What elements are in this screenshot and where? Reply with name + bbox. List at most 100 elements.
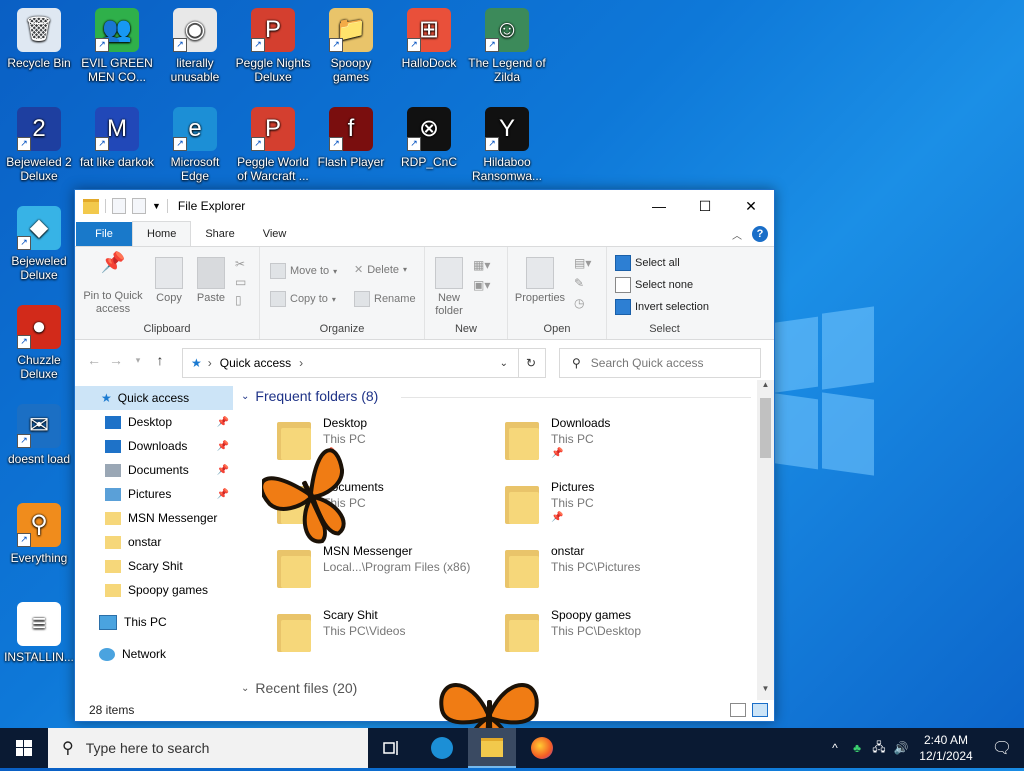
desktop-icon[interactable]: 👥 ↗ EVIL GREEN MEN CO...	[78, 2, 156, 84]
pin-to-quick-access-button[interactable]: 📌 Pin to Quick access	[81, 253, 145, 316]
network-icon[interactable]: 🖧	[868, 738, 890, 759]
notifications-icon[interactable]: 🗨	[980, 738, 1024, 758]
tab-home[interactable]: Home	[132, 221, 192, 246]
show-hidden-icons-icon[interactable]: ^	[824, 741, 846, 755]
folder-name: onstar	[551, 544, 585, 558]
folder-tile[interactable]: Scary Shit This PC\Videos	[277, 608, 497, 672]
shortcut-arrow-icon: ↗	[95, 137, 109, 151]
breadcrumb-chevron-icon[interactable]: ›	[208, 356, 212, 370]
vertical-scrollbar[interactable]: ▲ ▼	[757, 380, 774, 700]
recent-locations-icon[interactable]: ▾	[127, 355, 149, 366]
folder-tile[interactable]: Spoopy games This PC\Desktop	[505, 608, 725, 672]
security-tray-icon[interactable]: ♣	[846, 741, 868, 755]
tab-file[interactable]: File	[76, 222, 132, 246]
desktop-icon[interactable]: ☺ ↗ The Legend of Zilda	[468, 2, 546, 84]
open-small-icons[interactable]: ▤▾ ✎ ◷	[574, 253, 591, 313]
desktop-icon[interactable]: P ↗ Peggle Nights Deluxe	[234, 2, 312, 84]
desktop-icon[interactable]: P ↗ Peggle World of Warcraft ...	[234, 101, 312, 183]
select-all-button[interactable]: Select all	[615, 255, 680, 271]
tab-share[interactable]: Share	[191, 222, 248, 246]
minimize-button[interactable]: —	[636, 190, 682, 222]
desktop-icon[interactable]: 📁 ↗ Spoopy games	[312, 2, 390, 84]
address-dropdown-icon[interactable]: ⌄	[500, 358, 508, 369]
file-explorer-taskbar-icon[interactable]	[468, 728, 516, 768]
nav-quick-access[interactable]: ★ Quick access	[75, 386, 233, 410]
volume-icon[interactable]: 🔊	[890, 741, 912, 755]
folder-tile[interactable]: onstar This PC\Pictures	[505, 544, 725, 608]
nav-item[interactable]: MSN Messenger	[75, 506, 233, 530]
nav-item[interactable]: Downloads 📌	[75, 434, 233, 458]
folder-tile[interactable]: Pictures This PC 📌	[505, 480, 725, 544]
desktop-icon[interactable]: M ↗ fat like darkok	[78, 101, 156, 169]
nav-item[interactable]: Desktop 📌	[75, 410, 233, 434]
customize-quick-access-icon[interactable]: ▼	[152, 201, 161, 211]
nav-item[interactable]: onstar	[75, 530, 233, 554]
back-arrow-icon[interactable]: ←	[83, 352, 105, 368]
move-to-button[interactable]: Move to ▾	[270, 263, 337, 279]
firefox-taskbar-icon[interactable]	[518, 728, 566, 768]
taskbar-search-box[interactable]: ⚲ Type here to search	[48, 728, 368, 768]
nav-item[interactable]: Pictures 📌	[75, 482, 233, 506]
collapse-ribbon-icon[interactable]: ︿	[732, 227, 742, 242]
delete-button[interactable]: ✕ Delete ▾	[354, 263, 407, 277]
refresh-icon[interactable]: ↻	[517, 348, 546, 378]
tab-view[interactable]: View	[249, 222, 301, 246]
frequent-folders-header[interactable]: ⌄ Frequent folders (8)	[241, 388, 751, 404]
up-arrow-icon[interactable]: ↑	[149, 352, 171, 368]
nav-this-pc[interactable]: This PC	[75, 610, 233, 634]
clipboard-small-icons[interactable]: ✂ ▭ ▯	[235, 255, 246, 309]
edge-taskbar-icon[interactable]	[418, 728, 466, 768]
desktop-icon[interactable]: ◉ ↗ literally unusable	[156, 2, 234, 84]
copy-button[interactable]: Copy	[151, 257, 187, 305]
shortcut-arrow-icon: ↗	[407, 137, 421, 151]
help-icon[interactable]: ?	[752, 226, 768, 242]
search-input[interactable]: ⚲ Search Quick access	[559, 348, 761, 378]
invert-selection-button[interactable]: Invert selection	[615, 299, 709, 315]
desktop-icon[interactable]: ≡ INSTALLIN...	[0, 596, 78, 664]
breadcrumb-chevron-icon[interactable]: ›	[299, 356, 303, 370]
address-bar[interactable]: ★ › Quick access › ⌄	[182, 348, 519, 378]
desktop-icon[interactable]: 2 ↗ Bejeweled 2 Deluxe	[0, 101, 78, 183]
paste-button[interactable]: Paste	[193, 257, 229, 305]
large-icons-view-icon[interactable]	[752, 703, 768, 717]
scroll-up-icon[interactable]: ▲	[757, 380, 774, 396]
folder-name: Downloads	[551, 416, 611, 430]
desktop-icon[interactable]: ✉ ↗ doesnt load	[0, 398, 78, 466]
desktop-icon[interactable]: ● ↗ Chuzzle Deluxe	[0, 299, 78, 381]
desktop-icon[interactable]: 🗑 Recycle Bin	[0, 2, 78, 70]
desktop-icon[interactable]: ⚲ ↗ Everything	[0, 497, 78, 565]
desktop-icon[interactable]: Y ↗ Hildaboo Ransomwa...	[468, 101, 546, 183]
desktop-icon[interactable]: ⊗ ↗ RDP_CnC	[390, 101, 468, 169]
task-view-icon[interactable]	[368, 728, 416, 768]
new-item-icons[interactable]: ▦▾ ▣▾	[473, 255, 490, 295]
new-folder-quick-button[interactable]	[132, 198, 146, 214]
select-none-button[interactable]: Select none	[615, 277, 693, 293]
details-view-icon[interactable]	[730, 703, 746, 717]
recent-files-header[interactable]: ⌄ Recent files (20)	[241, 680, 357, 696]
nav-item[interactable]: Scary Shit	[75, 554, 233, 578]
nav-item[interactable]: Spoopy games	[75, 578, 233, 602]
properties-button[interactable]: Properties	[512, 257, 568, 305]
desktop-icon[interactable]: f ↗ Flash Player	[312, 101, 390, 169]
clock[interactable]: 2:40 AM 12/1/2024	[912, 732, 980, 764]
copy-to-button[interactable]: Copy to ▾	[270, 291, 336, 307]
folder-tile[interactable]: Downloads This PC 📌	[505, 416, 725, 480]
title-bar[interactable]: ▼ File Explorer — ☐ ✕	[75, 190, 774, 222]
desktop-icon[interactable]: ◆ ↗ Bejeweled Deluxe	[0, 200, 78, 282]
scroll-down-icon[interactable]: ▼	[757, 684, 774, 700]
new-folder-button[interactable]: New folder	[431, 257, 467, 318]
properties-quick-button[interactable]	[112, 198, 126, 214]
desktop-icon[interactable]: e ↗ Microsoft Edge	[156, 101, 234, 183]
close-button[interactable]: ✕	[728, 190, 774, 222]
maximize-button[interactable]: ☐	[682, 190, 728, 222]
nav-item[interactable]: Documents 📌	[75, 458, 233, 482]
shortcut-arrow-icon: ↗	[251, 137, 265, 151]
desktop-icon-label: Bejeweled Deluxe	[11, 254, 67, 282]
rename-button[interactable]: Rename	[354, 291, 416, 307]
nav-network[interactable]: Network	[75, 642, 233, 666]
desktop-icon[interactable]: ⊞ ↗ HalloDock	[390, 2, 468, 70]
breadcrumb-quick-access[interactable]: Quick access	[220, 356, 291, 370]
forward-arrow-icon[interactable]: →	[105, 352, 127, 368]
scrollbar-thumb[interactable]	[760, 398, 771, 458]
start-button[interactable]	[0, 728, 48, 768]
